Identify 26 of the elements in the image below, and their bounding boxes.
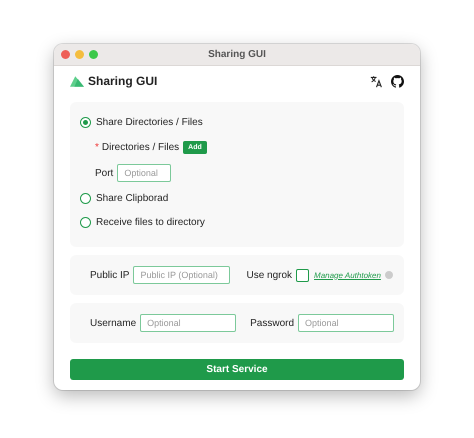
app-title: Sharing GUI: [88, 74, 158, 88]
logo-icon: [70, 76, 84, 86]
field-label: Use ngrok: [246, 270, 292, 280]
window-title: Sharing GUI: [208, 49, 266, 60]
field-label: Directories / Files: [102, 142, 180, 153]
field-label: Username: [90, 318, 136, 328]
password-field[interactable]: Optional: [298, 314, 394, 332]
radio-button[interactable]: [80, 192, 91, 204]
username-field[interactable]: Optional: [140, 314, 236, 332]
radio-label[interactable]: Share Clipborad: [96, 192, 168, 204]
radio-button[interactable]: [80, 116, 91, 128]
close-button[interactable]: [61, 50, 70, 59]
radio-label[interactable]: Share Directories / Files: [96, 116, 203, 128]
field-label: Public IP: [90, 270, 130, 280]
radio-label[interactable]: Receive files to directory: [96, 217, 205, 228]
github-icon[interactable]: [391, 74, 404, 88]
zoom-button[interactable]: [89, 50, 98, 59]
port-field[interactable]: Optional: [117, 164, 172, 182]
field-label: Password: [250, 318, 294, 328]
field-label: Port: [95, 168, 114, 178]
translate-icon[interactable]: [370, 74, 383, 88]
start-service-button[interactable]: Start Service: [70, 359, 404, 380]
radio-button[interactable]: [80, 217, 91, 228]
ngrok-checkbox[interactable]: [296, 268, 310, 282]
public-ip-field[interactable]: Public IP (Optional): [133, 266, 230, 284]
required-marker: *: [95, 142, 99, 153]
